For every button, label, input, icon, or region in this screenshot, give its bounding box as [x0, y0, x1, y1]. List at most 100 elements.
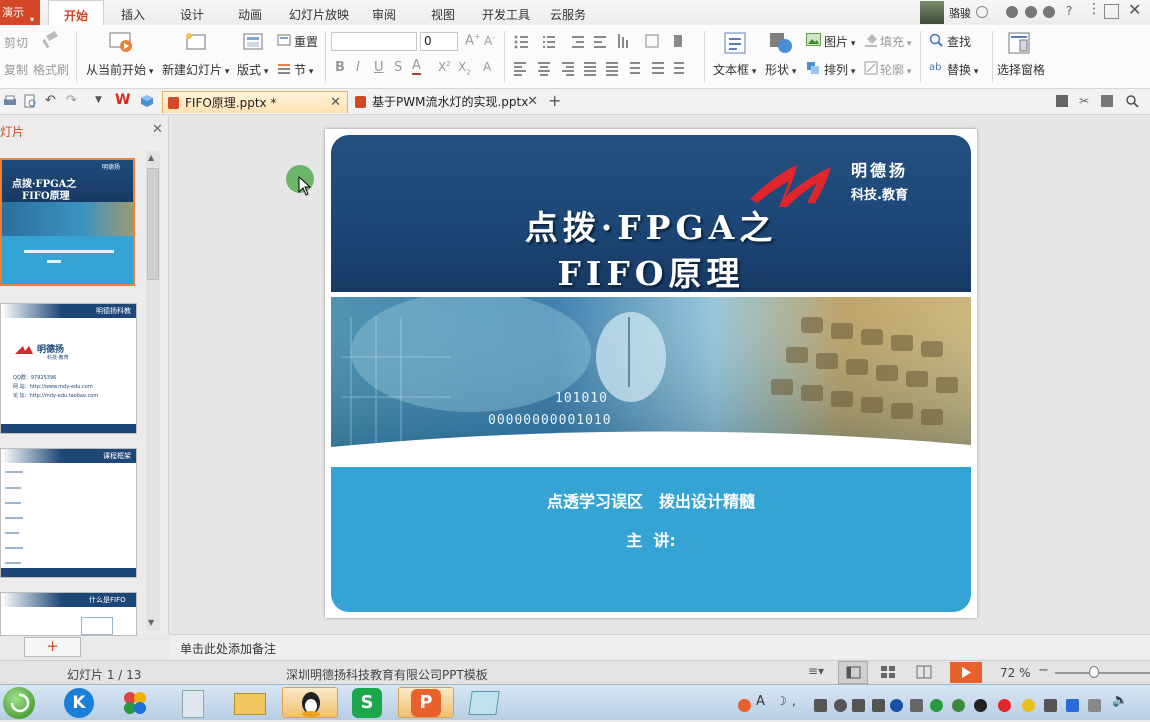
tab-slideshow[interactable]: 幻灯片放映 [289, 0, 349, 25]
zoom-out-icon[interactable]: − [1038, 663, 1049, 678]
taskbar-app-qq[interactable] [282, 687, 338, 718]
reading-view-icon[interactable] [916, 665, 932, 679]
shadow-icon[interactable]: S [394, 60, 402, 75]
copy-button[interactable]: 复制 [4, 61, 28, 78]
zoom-slider[interactable] [1055, 672, 1150, 674]
start-button[interactable] [3, 687, 35, 719]
arrange-icon[interactable] [806, 61, 820, 75]
taskbar-app-calculator[interactable] [166, 687, 222, 718]
shape-icon[interactable] [769, 32, 793, 54]
more-icon[interactable]: ⋮ [1087, 1, 1101, 17]
from-current-button[interactable]: 从当前开始 ▾ [86, 61, 153, 78]
tools-icon[interactable]: ✂ [1079, 94, 1089, 108]
underline-icon[interactable]: U [374, 60, 384, 75]
fill-icon[interactable] [864, 33, 878, 47]
shrink-font-icon[interactable]: A- [484, 33, 495, 48]
shape-button[interactable]: 形状 ▾ [765, 61, 796, 78]
new-tab-icon[interactable]: + [548, 91, 561, 110]
slide-thumbnail-1[interactable]: 点拨·FPGA之 FIFO原理 明德扬 [0, 158, 135, 286]
find-icon[interactable] [929, 33, 943, 47]
new-slide-icon[interactable] [183, 31, 207, 53]
slide-subtitle[interactable]: 点透学习误区 拨出设计精髓 [331, 488, 971, 512]
zoom-slider-handle[interactable] [1088, 666, 1099, 678]
wrench-icon[interactable] [852, 699, 865, 712]
section-button[interactable]: 节 ▾ [294, 61, 313, 78]
print-icon[interactable] [3, 95, 17, 107]
network-tray-icon[interactable] [910, 699, 923, 712]
print-preview-icon[interactable] [24, 94, 37, 108]
tab-home[interactable]: 开始 [48, 0, 104, 26]
tab-developer[interactable]: 开发工具 [482, 0, 530, 25]
bluetooth-icon[interactable] [1066, 699, 1079, 712]
textbox-button[interactable]: 文本框 ▾ [713, 61, 756, 78]
add-slide-button[interactable]: + [24, 637, 81, 657]
taskbar-app-explorer[interactable] [222, 687, 278, 718]
scroll-down-icon[interactable]: ▼ [148, 618, 154, 627]
cube-icon[interactable] [140, 94, 154, 108]
close-panel-icon[interactable]: ✕ [152, 122, 163, 137]
slide-thumbnail-4[interactable]: 什么是FIFO [0, 592, 137, 636]
slide-sorter-icon[interactable] [880, 665, 896, 679]
undo-icon[interactable]: ↶ [45, 93, 56, 108]
selection-pane-button[interactable]: 选择窗格 [997, 61, 1045, 78]
tab-animation[interactable]: 动画 [238, 0, 262, 25]
tab-review[interactable]: 审阅 [372, 0, 396, 25]
tab-insert[interactable]: 插入 [121, 0, 145, 25]
redo-icon[interactable]: ↷ [66, 93, 77, 108]
close-window-icon[interactable]: ✕ [1128, 0, 1141, 19]
help-tray-icon[interactable] [890, 699, 903, 712]
doc-tab-fifo[interactable]: FIFO原理.pptx * ✕ [162, 91, 348, 113]
find-button[interactable]: 查找 [947, 33, 971, 50]
scrollbar-thumb[interactable] [147, 168, 159, 280]
superscript-icon[interactable]: X2 [438, 60, 451, 74]
new-slide-button[interactable]: 新建幻灯片 ▾ [162, 61, 229, 78]
edit-icon[interactable] [872, 699, 885, 712]
wps-logo-icon[interactable]: W [115, 92, 130, 108]
textbox-icon[interactable] [724, 32, 746, 54]
status-icon[interactable] [976, 6, 988, 18]
play-from-current-icon[interactable] [108, 31, 134, 53]
format-painter-button[interactable]: 格式刷 [33, 61, 69, 78]
cut-button[interactable]: 剪切 [4, 34, 28, 51]
sogou-icon[interactable] [738, 699, 751, 712]
tab-view[interactable]: 视图 [431, 0, 455, 25]
restore-window-icon[interactable] [1104, 4, 1119, 19]
font-color-icon[interactable]: A [412, 59, 421, 75]
bold-icon[interactable]: B [335, 60, 345, 75]
outline-button[interactable]: 轮廓 ▾ [880, 61, 911, 78]
font-size-input[interactable]: 0 [420, 32, 458, 51]
collapse-ribbon-icon[interactable] [1101, 95, 1113, 107]
notes-pane[interactable]: 单击此处添加备注 [170, 634, 1150, 659]
layout-button[interactable]: 版式 ▾ [237, 61, 268, 78]
qq-tray-icon[interactable] [998, 699, 1011, 712]
outline-icon[interactable] [864, 61, 878, 75]
zoom-level[interactable]: 72 % [1000, 666, 1031, 680]
slide[interactable]: 明德扬 科技.教育 点拨·FPGA之 FIFO原理 101010 0000000… [325, 129, 977, 618]
italic-icon[interactable]: I [356, 60, 360, 75]
fill-button[interactable]: 填充 ▾ [880, 33, 911, 50]
grow-font-icon[interactable]: A+ [465, 32, 481, 48]
play-slideshow-button[interactable] [950, 662, 982, 683]
taskbar-app-pinwheel[interactable] [108, 687, 164, 718]
user-name[interactable]: 骆骏 [949, 5, 971, 21]
slide-speaker[interactable]: 主 讲: [331, 527, 971, 551]
avatar[interactable] [920, 1, 944, 24]
layout-icon[interactable] [243, 33, 263, 51]
user-icon[interactable] [834, 699, 847, 712]
font-name-input[interactable] [331, 32, 417, 51]
doc-tab-pwm[interactable]: 基于PWM流水灯的实现.pptx ✕ [350, 91, 544, 113]
reset-icon[interactable] [277, 34, 291, 46]
reset-button[interactable]: 重置 [294, 33, 318, 50]
green-app-icon[interactable] [952, 699, 965, 712]
close-tab-icon[interactable]: ✕ [330, 92, 341, 114]
yellow-tray-icon[interactable] [1022, 699, 1035, 712]
tab-design[interactable]: 设计 [180, 0, 204, 25]
share-icon[interactable] [1006, 6, 1018, 18]
dot-icon[interactable]: , [792, 694, 796, 708]
normal-view-button[interactable] [838, 661, 868, 684]
fox-tray-icon[interactable] [974, 699, 987, 712]
font-a-icon[interactable]: A [756, 694, 765, 709]
taskbar-app-wps-sheets[interactable]: S [340, 687, 396, 718]
picture-button[interactable]: 图片 ▾ [824, 33, 855, 50]
selection-pane-icon[interactable] [1008, 32, 1030, 54]
